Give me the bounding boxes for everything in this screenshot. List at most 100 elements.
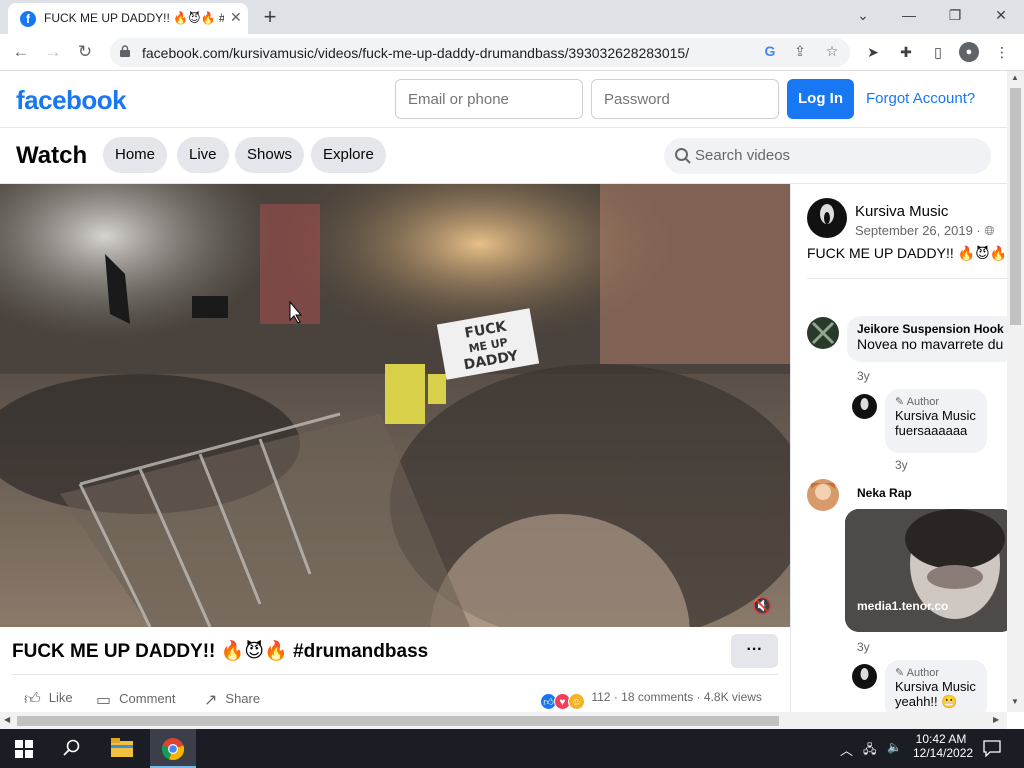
horizontal-scroll-thumb[interactable] <box>17 716 779 726</box>
share-arrow-icon: ↗ <box>204 692 218 709</box>
volume-icon[interactable]: 🔈 <box>887 740 902 754</box>
comment-label: Comment <box>119 691 176 706</box>
minimize-icon[interactable]: — <box>894 4 924 28</box>
back-icon[interactable]: ← <box>8 40 34 66</box>
comment-icon: ▭ <box>96 692 112 709</box>
post-date: September 26, 2019 · 🌐︎ <box>855 223 995 239</box>
more-options-button[interactable]: ··· <box>731 634 778 668</box>
address-bar[interactable]: facebook.com/kursivamusic/videos/fuck-me… <box>110 38 850 67</box>
scroll-left-icon[interactable]: ◀ <box>4 715 10 724</box>
reply-bubble: ✎ Author Kursiva Music yeahh!! 😬 <box>885 660 987 712</box>
comment-bubble: Jeikore Suspension Hook Novea no mavarre… <box>847 316 1007 362</box>
extensions-puzzle-icon[interactable]: ✚ <box>896 42 916 62</box>
share-icon[interactable]: ⇪ <box>790 43 810 60</box>
google-icon[interactable]: G <box>760 43 780 59</box>
search-icon <box>675 148 691 164</box>
chrome-taskbar-button[interactable] <box>150 729 196 768</box>
password-field[interactable] <box>591 79 779 119</box>
gif-preview-image <box>845 509 1007 632</box>
network-icon[interactable]: 🖧 <box>863 740 876 761</box>
reload-icon[interactable]: ↻ <box>72 40 98 66</box>
window-close-icon[interactable]: ✕ <box>986 4 1016 28</box>
scroll-up-icon[interactable]: ▲ <box>1011 73 1019 82</box>
divider <box>807 278 1007 279</box>
author-badge: ✎ Author <box>895 395 977 408</box>
reaction-count[interactable]: 112 <box>591 690 610 704</box>
video-player[interactable]: FUCK ME UP DADDY <box>0 184 790 627</box>
thumbs-up-icon: 👍︎ <box>24 691 41 708</box>
cursor-extension-icon[interactable]: ➤ <box>863 42 883 62</box>
author-badge-label: Author <box>906 396 940 408</box>
taskbar-search-icon[interactable] <box>63 739 81 757</box>
scroll-right-icon[interactable]: ▶ <box>993 715 999 724</box>
vertical-scrollbar[interactable]: ▲ ▼ <box>1007 71 1024 712</box>
comment-time[interactable]: 3y <box>857 640 870 654</box>
file-explorer-icon[interactable] <box>111 738 133 758</box>
windows-taskbar: ︿ 🖧 🔈 10:42 AM 12/14/2022 <box>0 729 1024 768</box>
comments-count[interactable]: 18 comments <box>621 690 693 704</box>
bookmark-star-icon[interactable]: ☆ <box>822 43 842 60</box>
reply-time[interactable]: 3y <box>895 458 908 472</box>
browser-tab-strip: f FUCK ME UP DADDY!! 🔥😈🔥 # ✕ + ⌄ — ❐ ✕ <box>0 0 1024 34</box>
side-panel-icon[interactable]: ▯ <box>928 42 948 62</box>
gif-attachment[interactable]: media1.tenor.co <box>845 509 1007 632</box>
forward-icon[interactable]: → <box>40 40 66 66</box>
forgot-account-link[interactable]: Forgot Account? <box>866 90 975 107</box>
clock-date: 12/14/2022 <box>913 746 974 760</box>
commenter-avatar[interactable] <box>807 317 839 349</box>
like-label: Like <box>48 690 73 705</box>
nav-home[interactable]: Home <box>103 137 168 173</box>
post-caption: FUCK ME UP DADDY!! 🔥😈🔥 <box>807 245 1007 261</box>
comment-text: Novea no mavarrete du <box>857 336 1004 352</box>
reply-text: yeahh!! 😬 <box>895 694 958 709</box>
commenter-name[interactable]: Neka Rap <box>857 486 912 500</box>
page-avatar[interactable] <box>807 198 847 238</box>
facebook-favicon-icon: f <box>20 11 36 27</box>
show-hidden-icons[interactable]: ︿ <box>840 740 853 759</box>
commenter-name[interactable]: Jeikore Suspension Hook <box>857 322 1007 336</box>
reply-author-name[interactable]: Kursiva Music <box>895 679 977 694</box>
comment-time[interactable]: 3y <box>857 369 870 383</box>
nav-shows[interactable]: Shows <box>235 137 305 173</box>
vertical-scroll-thumb[interactable] <box>1010 88 1021 325</box>
comment-button[interactable]: ▭ Comment <box>96 690 175 710</box>
nav-live[interactable]: Live <box>177 137 229 173</box>
pencil-icon: ✎ <box>895 396 907 408</box>
search-videos-input[interactable]: Search videos <box>664 138 991 174</box>
share-label: Share <box>225 691 261 706</box>
login-button[interactable]: Log In <box>787 79 854 119</box>
restore-icon[interactable]: ❐ <box>940 4 970 28</box>
horizontal-scrollbar[interactable]: ◀ ▶ <box>0 712 1007 729</box>
notifications-icon[interactable] <box>983 740 1001 757</box>
video-title: FUCK ME UP DADDY!! 🔥😈🔥 #drumandbass <box>12 641 429 662</box>
clock[interactable]: 10:42 AM 12/14/2022 <box>913 732 974 760</box>
facebook-logo[interactable]: facebook <box>16 85 127 116</box>
windows-start-icon[interactable] <box>15 740 33 758</box>
chrome-icon <box>161 738 185 761</box>
page-name[interactable]: Kursiva Music <box>855 203 948 220</box>
profile-avatar-icon[interactable]: ● <box>959 42 979 62</box>
mute-icon[interactable]: 🔇 <box>752 596 772 616</box>
lock-icon <box>120 45 130 57</box>
reply-author-name[interactable]: Kursiva Music <box>895 408 977 423</box>
page-reply-avatar[interactable] <box>852 394 877 419</box>
like-button[interactable]: 👍︎ Like <box>24 690 73 709</box>
page-reply-avatar[interactable] <box>852 664 877 689</box>
new-tab-icon[interactable]: + <box>258 4 282 30</box>
chrome-menu-icon[interactable]: ⋮ <box>992 42 1012 62</box>
browser-tab[interactable]: f FUCK ME UP DADDY!! 🔥😈🔥 # ✕ <box>8 3 248 34</box>
divider <box>12 674 778 675</box>
author-badge-label: Author <box>906 667 940 679</box>
email-field[interactable] <box>395 79 583 119</box>
search-placeholder: Search videos <box>695 147 791 164</box>
tab-close-icon[interactable]: ✕ <box>230 9 242 26</box>
author-badge: ✎ Author <box>895 666 977 679</box>
nav-explore[interactable]: Explore <box>311 137 386 173</box>
reply-text: fuersaaaaaa <box>895 423 968 438</box>
scroll-down-icon[interactable]: ▼ <box>1011 697 1019 706</box>
share-button[interactable]: ↗ Share <box>204 690 260 710</box>
commenter-avatar[interactable] <box>807 479 839 511</box>
clock-time: 10:42 AM <box>915 732 967 746</box>
tab-search-icon[interactable]: ⌄ <box>848 4 878 28</box>
globe-icon: 🌐︎ <box>984 223 995 238</box>
